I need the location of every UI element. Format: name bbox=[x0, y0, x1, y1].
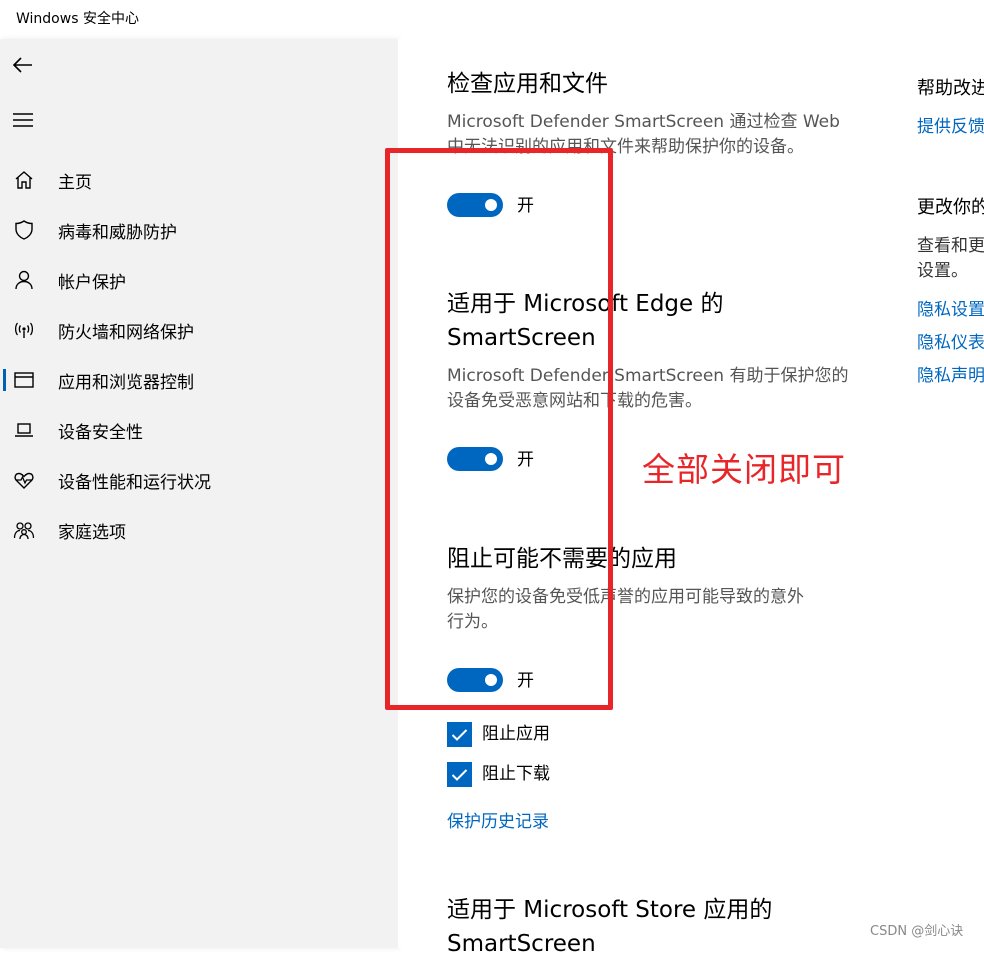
toggle-knob bbox=[485, 674, 497, 686]
sidebar-item-label: 设备安全性 bbox=[58, 422, 143, 443]
section-desc-check-apps: Microsoft Defender SmartScreen 通过检查 Web … bbox=[447, 110, 857, 160]
sidebar: 主页 病毒和威胁防护 帐户保护 防火墙和网络保护 应用和浏览器控制 设备安全性 bbox=[0, 39, 398, 948]
sidebar-item-label: 设备性能和运行状况 bbox=[58, 472, 211, 493]
section-title-pua-blocking: 阻止可能不需要的应用 bbox=[447, 546, 677, 572]
change-settings-heading: 更改你的 bbox=[917, 197, 984, 218]
back-arrow-icon[interactable] bbox=[11, 53, 35, 77]
sidebar-item-home[interactable]: 主页 bbox=[0, 160, 398, 200]
check-apps-toggle[interactable] bbox=[447, 193, 503, 217]
wifi-signal-icon bbox=[12, 318, 36, 342]
view-settings-desc: 查看和更 设置。 bbox=[917, 234, 984, 284]
active-indicator bbox=[3, 369, 6, 391]
main-content: 检查应用和文件 Microsoft Defender SmartScreen 通… bbox=[398, 39, 984, 957]
sidebar-item-label: 病毒和威胁防护 bbox=[58, 222, 177, 243]
browser-window-icon bbox=[12, 368, 36, 392]
window-title: Windows 安全中心 bbox=[0, 0, 984, 39]
section-desc-edge-smartscreen: Microsoft Defender SmartScreen 有助于保护您的 设… bbox=[447, 364, 857, 414]
desc-line: Microsoft Defender SmartScreen 有助于保护您的 bbox=[447, 366, 849, 386]
checkmark-icon bbox=[451, 768, 468, 781]
section-desc-pua-blocking: 保护您的设备免受低声誉的应用可能导致的意外 行为。 bbox=[447, 585, 857, 635]
title-line: SmartScreen bbox=[447, 325, 596, 351]
privacy-dashboard-link[interactable]: 隐私仪表 bbox=[917, 328, 984, 353]
pua-blocking-toggle[interactable] bbox=[447, 668, 503, 692]
family-icon bbox=[12, 518, 36, 542]
privacy-statement-link[interactable]: 隐私声明 bbox=[917, 361, 984, 386]
edge-smartscreen-toggle[interactable] bbox=[447, 447, 503, 471]
sidebar-item-label: 应用和浏览器控制 bbox=[58, 372, 194, 393]
toggle-state-label: 开 bbox=[517, 671, 534, 691]
sidebar-item-label: 帐户保护 bbox=[58, 272, 126, 293]
section-title-edge-smartscreen: 适用于 Microsoft Edge 的 SmartScreen bbox=[447, 287, 723, 355]
block-downloads-label: 阻止下载 bbox=[482, 764, 550, 784]
sidebar-item-label: 防火墙和网络保护 bbox=[58, 322, 194, 343]
watermark: CSDN @剑心诀 bbox=[870, 924, 964, 939]
section-title-store-smartscreen: 适用于 Microsoft Store 应用的 SmartScreen bbox=[447, 893, 772, 961]
checkmark-icon bbox=[451, 728, 468, 741]
sidebar-item-app-browser-control[interactable]: 应用和浏览器控制 bbox=[0, 360, 398, 400]
toggle-state-label: 开 bbox=[517, 196, 534, 216]
desc-line: 行为。 bbox=[447, 612, 498, 632]
section-title-check-apps: 检查应用和文件 bbox=[447, 71, 608, 97]
block-downloads-checkbox[interactable] bbox=[447, 762, 472, 787]
toggle-knob bbox=[485, 199, 497, 211]
title-line: 适用于 Microsoft Edge 的 bbox=[447, 291, 724, 317]
toggle-state-label: 开 bbox=[517, 450, 534, 470]
sidebar-item-label: 主页 bbox=[58, 172, 92, 193]
desc-line: 设备免受恶意网站和下载的危害。 bbox=[447, 391, 702, 411]
sidebar-item-family-options[interactable]: 家庭选项 bbox=[0, 510, 398, 550]
toggle-knob bbox=[485, 453, 497, 465]
block-apps-checkbox[interactable] bbox=[447, 722, 472, 747]
desc-line: 设置。 bbox=[917, 261, 968, 281]
help-improve-heading: 帮助改进 bbox=[917, 78, 984, 99]
sidebar-item-virus-protection[interactable]: 病毒和威胁防护 bbox=[0, 210, 398, 250]
sidebar-item-account-protection[interactable]: 帐户保护 bbox=[0, 260, 398, 300]
sidebar-item-firewall[interactable]: 防火墙和网络保护 bbox=[0, 310, 398, 350]
annotation-text: 全部关闭即可 bbox=[642, 450, 846, 489]
title-line: 适用于 Microsoft Store 应用的 bbox=[447, 897, 773, 923]
laptop-icon bbox=[12, 418, 36, 442]
block-apps-label: 阻止应用 bbox=[482, 724, 550, 744]
person-icon bbox=[12, 268, 36, 292]
desc-line: 保护您的设备免受低声誉的应用可能导致的意外 bbox=[447, 587, 804, 607]
home-icon bbox=[12, 168, 36, 192]
sidebar-item-device-security[interactable]: 设备安全性 bbox=[0, 410, 398, 450]
sidebar-item-label: 家庭选项 bbox=[58, 522, 126, 543]
desc-line: Microsoft Defender SmartScreen 通过检查 Web bbox=[447, 112, 840, 132]
desc-line: 中无法识别的应用和文件来帮助保护你的设备。 bbox=[447, 137, 804, 157]
desc-line: 查看和更 bbox=[917, 236, 984, 256]
hamburger-menu-icon[interactable] bbox=[11, 108, 35, 132]
heart-pulse-icon bbox=[12, 468, 36, 492]
sidebar-item-device-performance[interactable]: 设备性能和运行状况 bbox=[0, 460, 398, 500]
give-feedback-link[interactable]: 提供反馈 bbox=[917, 112, 984, 137]
shield-icon bbox=[12, 218, 36, 242]
protection-history-link[interactable]: 保护历史记录 bbox=[447, 807, 549, 832]
title-line: SmartScreen bbox=[447, 931, 596, 957]
privacy-settings-link[interactable]: 隐私设置 bbox=[917, 295, 984, 320]
